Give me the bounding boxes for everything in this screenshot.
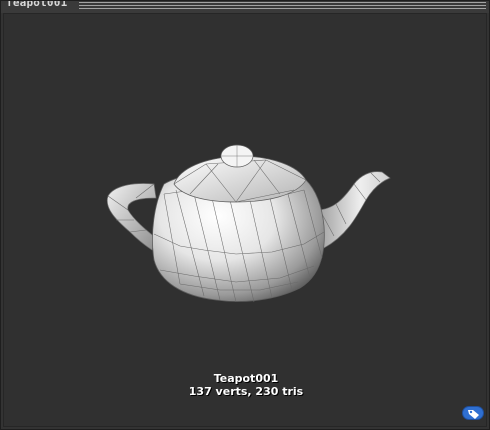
preview-window: Teapot001 Teapot001 137 verts, 230 tris (0, 0, 490, 430)
teapot-spout (315, 171, 391, 249)
teapot-lid (173, 144, 307, 203)
tag-icon (468, 410, 479, 419)
tag-button[interactable] (462, 406, 484, 420)
3d-viewport[interactable]: Teapot001 137 verts, 230 tris (3, 13, 487, 427)
title-bar[interactable]: Teapot001 (1, 1, 489, 13)
teapot-handle (106, 183, 157, 251)
teapot-model[interactable] (4, 14, 487, 427)
title-bar-grip[interactable] (79, 2, 486, 10)
object-name-label: Teapot001 (213, 372, 279, 385)
window-title: Teapot001 (6, 1, 68, 9)
mesh-stats-label: 137 verts, 230 tris (188, 385, 304, 398)
